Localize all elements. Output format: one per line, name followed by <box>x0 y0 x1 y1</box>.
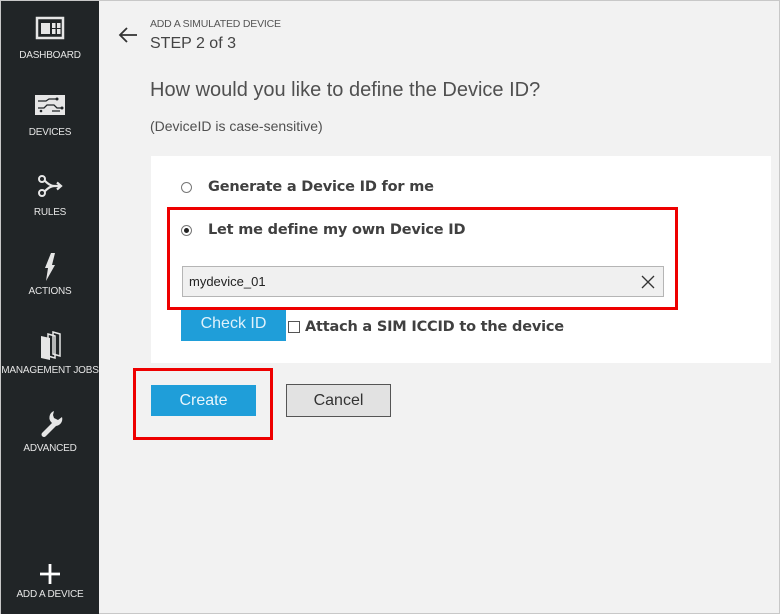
lightning-icon <box>45 253 55 281</box>
sidebar-item-label: MANAGEMENT JOBS <box>1 365 99 376</box>
page-title: How would you like to define the Device … <box>150 79 541 101</box>
device-id-field[interactable] <box>182 266 664 297</box>
wrench-icon <box>41 411 63 437</box>
dashboard-icon <box>35 16 65 40</box>
sim-iccid-option[interactable]: Attach a SIM ICCID to the device <box>288 319 564 335</box>
sidebar-item-advanced[interactable]: ADVANCED <box>1 409 99 454</box>
create-button[interactable]: Create <box>151 385 256 416</box>
sim-iccid-checkbox[interactable] <box>288 321 300 333</box>
radio-label: Let me define my own Device ID <box>208 222 466 238</box>
rules-icon <box>38 175 63 197</box>
sidebar-item-management-jobs[interactable]: MANAGEMENT JOBS <box>1 331 99 376</box>
device-id-panel: Generate a Device ID for me Let me defin… <box>151 156 771 363</box>
case-sensitive-hint: (DeviceID is case-sensitive) <box>150 118 323 134</box>
sidebar-item-label: DASHBOARD <box>19 50 81 61</box>
sidebar-item-devices[interactable]: DEVICES <box>1 93 99 138</box>
radio-button[interactable] <box>181 181 192 193</box>
cancel-button[interactable]: Cancel <box>286 384 391 417</box>
sidebar: DASHBOARD DEVICES RULES ACTIONS MANAGEME… <box>1 1 99 614</box>
sim-iccid-label: Attach a SIM ICCID to the device <box>305 319 564 335</box>
radio-label: Generate a Device ID for me <box>208 179 434 195</box>
sidebar-item-label: ADVANCED <box>23 443 77 454</box>
check-id-button[interactable]: Check ID <box>181 308 286 341</box>
sidebar-item-label: ACTIONS <box>28 286 72 297</box>
sidebar-item-label: DEVICES <box>28 127 72 138</box>
sidebar-item-label: RULES <box>33 207 67 218</box>
back-arrow-icon[interactable] <box>117 25 139 45</box>
radio-define-own-id[interactable]: Let me define my own Device ID <box>181 222 465 238</box>
add-device-button[interactable]: ADD A DEVICE <box>1 563 99 600</box>
plus-icon <box>40 564 60 584</box>
sidebar-item-dashboard[interactable]: DASHBOARD <box>1 16 99 61</box>
jobs-icon <box>41 331 61 360</box>
main-content: ADD A SIMULATED DEVICE STEP 2 of 3 How w… <box>99 1 779 613</box>
radio-button[interactable] <box>181 224 192 236</box>
clear-icon[interactable] <box>633 267 663 296</box>
breadcrumb: ADD A SIMULATED DEVICE <box>150 18 281 30</box>
radio-generate-id[interactable]: Generate a Device ID for me <box>181 179 434 195</box>
sidebar-item-actions[interactable]: ACTIONS <box>1 252 99 297</box>
device-id-input[interactable] <box>183 267 633 296</box>
add-device-label: ADD A DEVICE <box>16 589 84 600</box>
devices-icon <box>35 95 65 115</box>
sidebar-item-rules[interactable]: RULES <box>1 173 99 218</box>
step-indicator: STEP 2 of 3 <box>150 35 236 52</box>
